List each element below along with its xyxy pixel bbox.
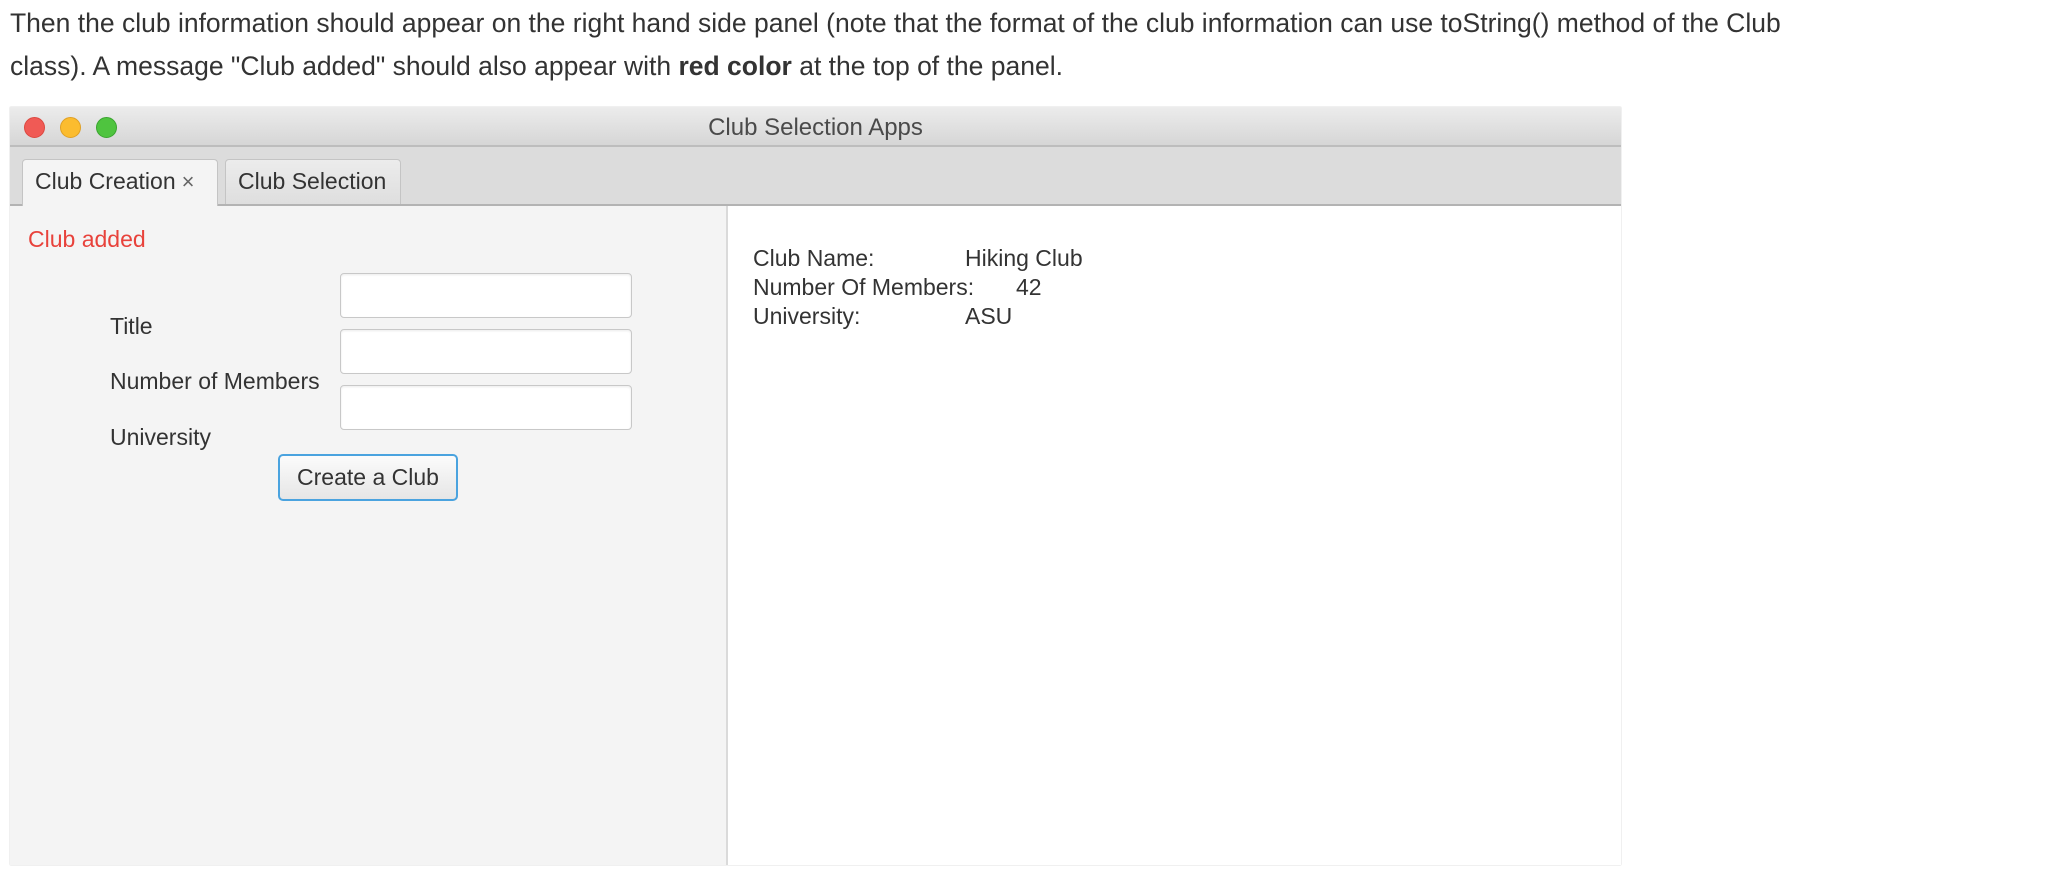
club-name-value: Hiking Club — [965, 245, 1083, 271]
club-info-pane: Club Name: Hiking Club Number Of Members… — [728, 206, 1621, 865]
club-name-key: Club Name: — [753, 245, 875, 271]
title-bar[interactable]: Club Selection Apps — [10, 107, 1621, 147]
tab-label: Club Creation — [35, 168, 176, 194]
emphasis-red-color: red color — [678, 51, 792, 81]
create-club-button[interactable]: Create a Club — [278, 454, 458, 501]
tab-club-creation[interactable]: Club Creation × — [22, 159, 218, 206]
window-title: Club Selection Apps — [708, 114, 923, 141]
tab-club-selection[interactable]: Club Selection — [225, 159, 401, 204]
title-input[interactable] — [340, 273, 632, 318]
number-of-members-input[interactable] — [340, 329, 632, 374]
members-key: Number Of Members: — [753, 274, 975, 300]
tab-label: Club Selection — [238, 168, 387, 194]
club-creation-pane: Club added Title Number of Members Unive… — [10, 206, 726, 865]
university-value: ASU — [965, 303, 1013, 329]
tab-bar: Club Creation × Club Selection — [10, 147, 1621, 206]
university-label: University — [110, 424, 211, 450]
title-label: Title — [110, 313, 153, 339]
university-key: University: — [753, 303, 861, 329]
university-input[interactable] — [340, 385, 632, 430]
instruction-line-2: class). A message "Club added" should al… — [10, 51, 1063, 81]
status-message: Club added — [28, 226, 146, 252]
close-tab-icon[interactable]: × — [182, 169, 195, 194]
instruction-line-1: Then the club information should appear … — [10, 8, 1781, 38]
instruction-text: Then the club information should appear … — [10, 2, 2010, 88]
app-window: Club Selection Apps Club Creation × Club … — [10, 107, 1621, 865]
number-of-members-label: Number of Members — [110, 368, 320, 394]
members-value: 42 — [1016, 274, 1042, 300]
